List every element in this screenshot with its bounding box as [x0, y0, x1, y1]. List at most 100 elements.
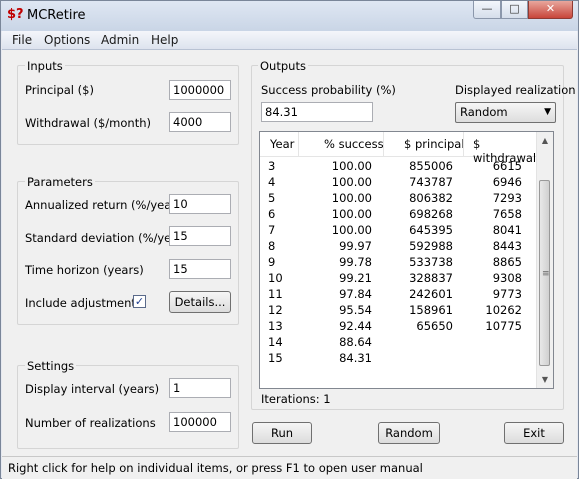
horizon-label: Time horizon (years): [25, 263, 144, 277]
menu-file[interactable]: File: [12, 33, 32, 47]
row-year: 8: [268, 239, 276, 253]
adjustments-label: Include adjustments: [25, 296, 142, 310]
main-panel: Inputs Principal ($) 1000000 Withdrawal …: [2, 50, 577, 456]
interval-field[interactable]: 1: [169, 378, 231, 398]
app-icon: $?: [7, 7, 24, 22]
stddev-field[interactable]: 15: [169, 226, 231, 246]
title-bar[interactable]: $? MCRetire — □ ✕: [1, 1, 578, 31]
table-row[interactable]: 4 100.00 743787 6946: [260, 175, 536, 191]
vertical-scrollbar[interactable]: ▲ ≡ ▼: [536, 132, 553, 388]
minimize-button[interactable]: —: [473, 1, 501, 19]
settings-title: Settings: [25, 359, 77, 373]
table-row[interactable]: 8 99.97 592988 8443: [260, 239, 536, 255]
row-year: 13: [268, 319, 283, 333]
random-button[interactable]: Random: [378, 422, 440, 444]
row-year: 10: [268, 271, 283, 285]
app-window: $? MCRetire — □ ✕ File Options Admin Hel…: [0, 0, 579, 479]
scroll-down-icon[interactable]: ▼: [537, 371, 553, 388]
row-principal: 855006: [409, 159, 453, 173]
principal-label: Principal ($): [25, 83, 94, 97]
row-success: 100.00: [331, 223, 372, 237]
row-success: 100.00: [331, 159, 372, 173]
menu-admin[interactable]: Admin: [101, 33, 139, 47]
scroll-up-icon[interactable]: ▲: [537, 132, 553, 149]
close-button[interactable]: ✕: [528, 1, 573, 19]
row-withdrawal: 7658: [492, 207, 522, 221]
row-withdrawal: 6946: [492, 175, 522, 189]
row-principal: 806382: [409, 191, 453, 205]
details-button[interactable]: Details...: [169, 291, 231, 313]
row-success: 100.00: [331, 175, 372, 189]
row-year: 9: [268, 255, 276, 269]
row-success: 99.78: [339, 255, 372, 269]
row-year: 7: [268, 223, 276, 237]
row-principal: 158961: [409, 303, 453, 317]
scroll-thumb[interactable]: ≡: [539, 180, 550, 366]
return-field[interactable]: 10: [169, 194, 231, 214]
checkmark-icon: ✓: [134, 295, 145, 308]
row-year: 4: [268, 175, 276, 189]
adjustments-checkbox[interactable]: ✓: [133, 295, 146, 308]
row-success: 99.97: [339, 239, 372, 253]
row-principal: 65650: [416, 319, 453, 333]
row-success: 88.64: [339, 335, 372, 349]
menu-options[interactable]: Options: [44, 33, 90, 47]
table-row[interactable]: 7 100.00 645395 8041: [260, 223, 536, 239]
col-principal[interactable]: $ principal: [404, 137, 465, 151]
row-success: 97.84: [339, 287, 372, 301]
table-row[interactable]: 9 99.78 533738 8865: [260, 255, 536, 271]
row-principal: 743787: [409, 175, 453, 189]
inputs-group: [17, 65, 239, 145]
column-divider: [298, 132, 299, 156]
table-row[interactable]: 10 99.21 328837 9308: [260, 271, 536, 287]
table-row[interactable]: 3 100.00 855006 6615: [260, 159, 536, 175]
row-success: 92.44: [339, 319, 372, 333]
row-withdrawal: 8041: [492, 223, 522, 237]
table-row[interactable]: 15 84.31: [260, 351, 536, 367]
row-success: 95.54: [339, 303, 372, 317]
withdrawal-label: Withdrawal ($/month): [25, 116, 151, 130]
row-principal: 698268: [409, 207, 453, 221]
realization-select[interactable]: Random ▼: [455, 102, 556, 123]
horizon-field[interactable]: 15: [169, 259, 231, 279]
iterations-label: Iterations: 1: [261, 392, 331, 406]
row-principal: 242601: [409, 287, 453, 301]
row-success: 84.31: [339, 351, 372, 365]
row-success: 99.21: [339, 271, 372, 285]
window-title: MCRetire: [27, 8, 86, 23]
run-button[interactable]: Run: [252, 422, 312, 444]
realizations-field[interactable]: 100000: [169, 412, 231, 432]
menu-help[interactable]: Help: [151, 33, 178, 47]
col-year[interactable]: Year: [270, 137, 294, 151]
row-withdrawal: 8443: [492, 239, 522, 253]
return-label: Annualized return (%/year): [25, 198, 181, 212]
row-withdrawal: 9308: [492, 271, 522, 285]
realization-label: Displayed realization: [455, 83, 576, 97]
table-row[interactable]: 13 92.44 65650 10775: [260, 319, 536, 335]
table-row[interactable]: 6 100.00 698268 7658: [260, 207, 536, 223]
principal-field[interactable]: 1000000: [169, 80, 231, 100]
col-success[interactable]: % success: [324, 137, 384, 151]
row-year: 6: [268, 207, 276, 221]
table-row[interactable]: 5 100.00 806382 7293: [260, 191, 536, 207]
table-header: Year % success $ principal $ withdrawal: [260, 132, 536, 165]
success-field[interactable]: 84.31: [261, 102, 373, 122]
maximize-button[interactable]: □: [501, 1, 528, 19]
withdrawal-field[interactable]: 4000: [169, 112, 231, 132]
row-withdrawal: 10262: [485, 303, 522, 317]
row-withdrawal: 6615: [492, 159, 522, 173]
stddev-label: Standard deviation (%/year): [25, 231, 188, 245]
row-withdrawal: 9773: [492, 287, 522, 301]
results-table[interactable]: Year % success $ principal $ withdrawal …: [259, 131, 554, 389]
inputs-title: Inputs: [25, 59, 65, 73]
exit-button[interactable]: Exit: [504, 422, 564, 444]
table-row[interactable]: 14 88.64: [260, 335, 536, 351]
menu-bar: File Options Admin Help: [2, 31, 577, 50]
table-row[interactable]: 11 97.84 242601 9773: [260, 287, 536, 303]
row-success: 100.00: [331, 207, 372, 221]
row-year: 15: [268, 351, 283, 365]
table-row[interactable]: 12 95.54 158961 10262: [260, 303, 536, 319]
row-year: 5: [268, 191, 276, 205]
row-year: 3: [268, 159, 276, 173]
row-withdrawal: 10775: [485, 319, 522, 333]
